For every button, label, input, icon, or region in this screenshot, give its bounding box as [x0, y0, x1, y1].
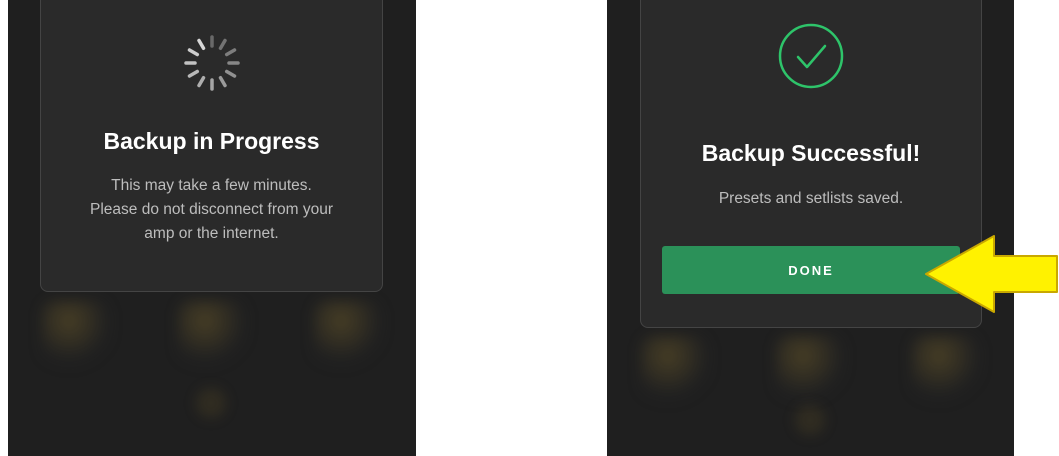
blurred-background-row — [607, 335, 1014, 405]
right-phone-screen: Backup Successful! Presets and setlists … — [607, 0, 1014, 456]
blurred-background-row — [8, 300, 416, 370]
blurred-background-dot — [795, 405, 825, 435]
modal-message: Presets and setlists saved. — [651, 187, 971, 211]
modal-title: Backup Successful! — [701, 140, 921, 166]
spinner-tick — [196, 75, 205, 88]
done-button[interactable]: DONE — [662, 246, 960, 294]
spinner-tick — [218, 75, 227, 88]
backup-progress-modal: Backup in Progress This may take a few m… — [40, 0, 383, 292]
modal-message: This may take a few minutes. Please do n… — [51, 174, 372, 246]
message-line: Presets and setlists saved. — [718, 190, 904, 207]
spinner-tick — [187, 69, 199, 78]
loading-spinner-icon — [182, 33, 242, 93]
spinner-tick — [196, 38, 205, 51]
checkmark-circle-icon — [776, 21, 846, 91]
blurred-background-item — [41, 300, 111, 370]
blurred-background-item — [639, 335, 710, 405]
blurred-background-item — [911, 335, 982, 405]
spinner-tick — [224, 48, 236, 57]
message-line: Please do not disconnect from your — [90, 201, 333, 218]
spinner-tick — [218, 38, 227, 51]
yellow-arrow-icon — [924, 234, 1059, 314]
left-phone-screen: Backup in Progress This may take a few m… — [8, 0, 416, 456]
modal-title: Backup in Progress — [103, 128, 320, 154]
blurred-background-item — [177, 300, 247, 370]
blurred-background-dot — [196, 388, 226, 418]
message-line: This may take a few minutes. — [111, 177, 312, 194]
spinner-tick — [224, 69, 236, 78]
spinner-tick — [187, 48, 199, 57]
message-line: amp or the internet. — [144, 225, 279, 242]
blurred-background-item — [775, 335, 846, 405]
blurred-background-item — [313, 300, 383, 370]
